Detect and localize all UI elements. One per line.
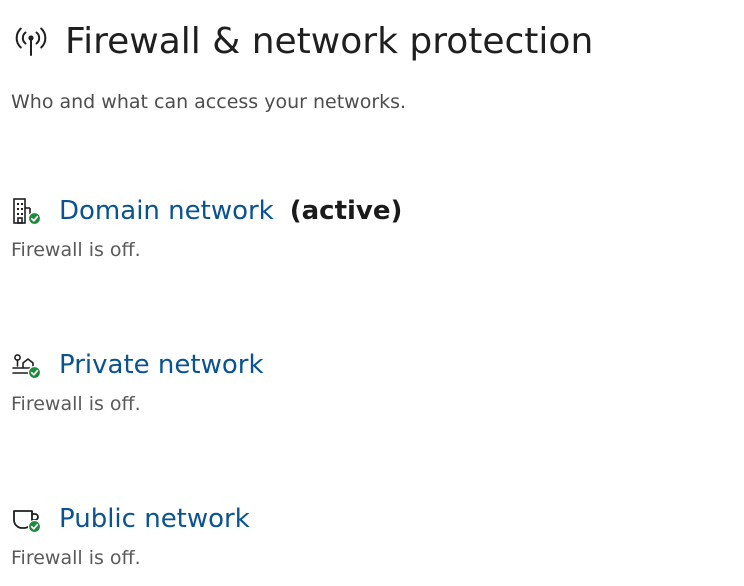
domain-firewall-status: Firewall is off. (11, 239, 141, 261)
private-firewall-status: Firewall is off. (11, 393, 141, 415)
public-network-section: Public network Firewall is off. (11, 499, 731, 571)
private-network-link[interactable]: Private network (59, 345, 264, 385)
green-check-icon (27, 365, 42, 380)
domain-network-link[interactable]: Domain network (59, 191, 274, 231)
domain-network-section: Domain network (active) Firewall is off. (11, 191, 731, 263)
green-check-icon (27, 519, 42, 534)
antenna-icon (11, 21, 51, 61)
green-check-icon (27, 211, 42, 226)
private-home-icon (11, 349, 43, 381)
private-network-section: Private network Firewall is off. (11, 345, 731, 417)
page-title: Firewall & network protection (65, 21, 594, 62)
page-header: Firewall & network protection (11, 18, 593, 66)
public-firewall-status: Firewall is off. (11, 547, 141, 569)
domain-building-icon (11, 195, 43, 227)
active-indicator: (active) (289, 196, 403, 226)
public-network-link[interactable]: Public network (59, 499, 250, 539)
public-cafe-icon (11, 503, 43, 535)
page-subtitle: Who and what can access your networks. (11, 91, 407, 113)
